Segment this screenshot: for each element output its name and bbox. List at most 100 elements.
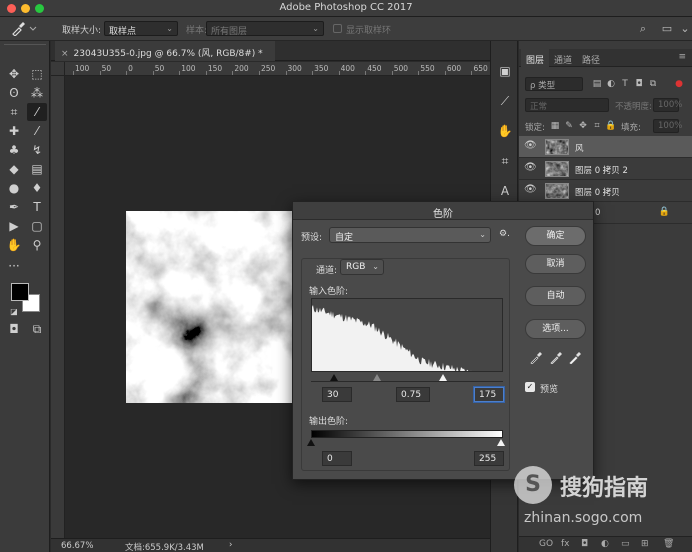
visibility-eye-icon[interactable]: 👁: [524, 162, 537, 174]
input-slider-track[interactable]: [311, 381, 503, 382]
input-white-slider[interactable]: [438, 374, 447, 381]
blend-row: 正常 不透明度: 100%: [523, 98, 688, 114]
tab-channels[interactable]: 通道: [549, 49, 577, 67]
blend-mode-select[interactable]: 正常: [525, 98, 609, 112]
adjustment-icon[interactable]: ◐: [601, 539, 609, 549]
blur-tool-icon[interactable]: ●: [4, 179, 24, 197]
output-white-field[interactable]: 255: [474, 451, 504, 466]
document-image[interactable]: [126, 211, 294, 403]
crop-tool-icon[interactable]: ⌗: [4, 103, 24, 121]
panel-menu-icon[interactable]: ≡: [678, 52, 686, 62]
input-white-field[interactable]: 175: [474, 387, 504, 402]
options-button[interactable]: 选项...: [525, 319, 586, 339]
actions-panel-icon[interactable]: ✋: [497, 123, 513, 139]
group-icon[interactable]: ▭: [621, 539, 630, 549]
link-icon[interactable]: GO: [539, 539, 553, 549]
vertical-ruler[interactable]: [51, 76, 65, 538]
filter-toggle-icon[interactable]: ●: [673, 78, 685, 90]
sample-select[interactable]: 所有图层 ⌄: [206, 21, 324, 37]
input-black-field[interactable]: 30: [322, 387, 352, 402]
new-layer-icon[interactable]: ⊞: [641, 539, 649, 549]
properties-panel-icon[interactable]: ▣: [497, 63, 513, 79]
quick-mask-icon[interactable]: ◘: [4, 320, 24, 338]
fx-icon[interactable]: fx: [561, 539, 570, 549]
layer-row[interactable]: 👁 风: [519, 136, 692, 158]
pen-tool-icon[interactable]: ✒: [4, 198, 24, 216]
default-colors-icon[interactable]: ◪: [4, 303, 24, 321]
input-black-slider[interactable]: [329, 374, 338, 381]
character-panel-icon[interactable]: A: [497, 183, 513, 199]
output-black-field[interactable]: 0: [322, 451, 352, 466]
crop-panel-icon[interactable]: ⌗: [497, 153, 513, 169]
workspace-icon[interactable]: ▭: [660, 22, 674, 36]
curves-panel-icon[interactable]: ⟋: [497, 93, 513, 109]
lock-transparent-icon[interactable]: ▦: [549, 120, 561, 132]
type-tool-icon[interactable]: T: [27, 198, 47, 216]
layer-row[interactable]: 👁 图层 0 拷贝: [519, 180, 692, 202]
layer-row[interactable]: 👁 图层 0 拷贝 2: [519, 158, 692, 180]
clone-stamp-tool-icon[interactable]: ♣: [4, 141, 24, 159]
workspace-chevron-icon[interactable]: ⌄: [678, 22, 692, 36]
eraser-tool-icon[interactable]: ◆: [4, 160, 24, 178]
healing-brush-tool-icon[interactable]: ✚: [4, 122, 24, 140]
ok-button[interactable]: 确定: [525, 226, 586, 246]
hand-tool-icon[interactable]: ✋: [4, 236, 24, 254]
history-brush-tool-icon[interactable]: ↯: [27, 141, 47, 159]
document-tab[interactable]: × 23043U355-0.jpg @ 66.7% (风, RGB/8#) *: [55, 41, 275, 61]
auto-button[interactable]: 自动: [525, 286, 586, 306]
white-point-eyedropper-icon[interactable]: [568, 350, 582, 365]
lock-artboard-icon[interactable]: ⌗: [591, 120, 603, 132]
zoom-tool-icon[interactable]: ⚲: [27, 236, 47, 254]
preset-select[interactable]: 自定 ⌄: [329, 227, 491, 243]
move-tool-icon[interactable]: ✥: [4, 65, 24, 83]
channel-select[interactable]: RGB ⌄: [340, 259, 384, 275]
tool-preset-picker[interactable]: [10, 22, 38, 37]
lock-image-icon[interactable]: ✎: [563, 120, 575, 132]
visibility-eye-icon[interactable]: 👁: [524, 140, 537, 152]
preset-options-icon[interactable]: ⚙.: [499, 229, 510, 239]
lock-position-icon[interactable]: ✥: [577, 120, 589, 132]
eyedropper-tool-icon[interactable]: ⁄: [27, 103, 47, 121]
gradient-tool-icon[interactable]: ▤: [27, 160, 47, 178]
brush-tool-icon[interactable]: ⁄: [27, 122, 47, 140]
path-selection-tool-icon[interactable]: ▶: [4, 217, 24, 235]
foreground-color-swatch[interactable]: [11, 283, 29, 301]
ruler-origin[interactable]: [51, 62, 65, 76]
zoom-level[interactable]: 66.67%: [61, 541, 93, 551]
tab-layers[interactable]: 图层: [521, 49, 550, 67]
shape-tool-icon[interactable]: ▢: [27, 217, 47, 235]
lasso-tool-icon[interactable]: ʘ: [4, 84, 24, 102]
close-tab-icon[interactable]: ×: [61, 49, 69, 59]
horizontal-ruler[interactable]: 100 50 0 50 100 150 200 250 300 350 400 450 500 550 60…: [65, 62, 490, 76]
tab-paths[interactable]: 路径: [577, 49, 605, 67]
gray-point-eyedropper-icon[interactable]: [549, 350, 563, 365]
mask-icon[interactable]: ◘: [581, 539, 588, 549]
filter-adjustment-icon[interactable]: ◐: [605, 78, 617, 90]
fill-field[interactable]: 100%: [653, 119, 682, 133]
more-tools-icon[interactable]: ···: [4, 257, 24, 275]
input-gamma-slider[interactable]: [372, 374, 381, 381]
sample-size-select[interactable]: 取样点 ⌄: [104, 21, 178, 37]
trash-icon[interactable]: 🗑: [663, 539, 674, 549]
cancel-button[interactable]: 取消: [525, 254, 586, 274]
magic-wand-tool-icon[interactable]: ⁂: [27, 84, 47, 102]
layer-filter-select[interactable]: ρ 类型: [525, 77, 583, 91]
screen-mode-icon[interactable]: ⧉: [27, 320, 47, 338]
preview-checkbox[interactable]: ✓: [525, 382, 535, 392]
filter-shape-icon[interactable]: ◘: [633, 78, 645, 90]
show-sampling-ring-checkbox[interactable]: [333, 24, 342, 33]
opacity-field[interactable]: 100%: [653, 98, 682, 112]
black-point-eyedropper-icon[interactable]: [529, 350, 543, 365]
output-black-slider[interactable]: [307, 439, 315, 446]
output-white-slider[interactable]: [497, 439, 505, 446]
filter-type-icon[interactable]: T: [619, 78, 631, 90]
filter-pixel-icon[interactable]: ▤: [591, 78, 603, 90]
filter-smart-icon[interactable]: ⧉: [647, 78, 659, 90]
status-menu-icon[interactable]: ›: [229, 540, 232, 550]
lock-all-icon[interactable]: 🔒: [605, 120, 617, 132]
visibility-eye-icon[interactable]: 👁: [524, 184, 537, 196]
input-gamma-field[interactable]: 0.75: [396, 387, 430, 402]
search-icon[interactable]: ⌕: [636, 22, 650, 36]
dodge-tool-icon[interactable]: ♦: [27, 179, 47, 197]
marquee-tool-icon[interactable]: ⬚: [27, 65, 47, 83]
